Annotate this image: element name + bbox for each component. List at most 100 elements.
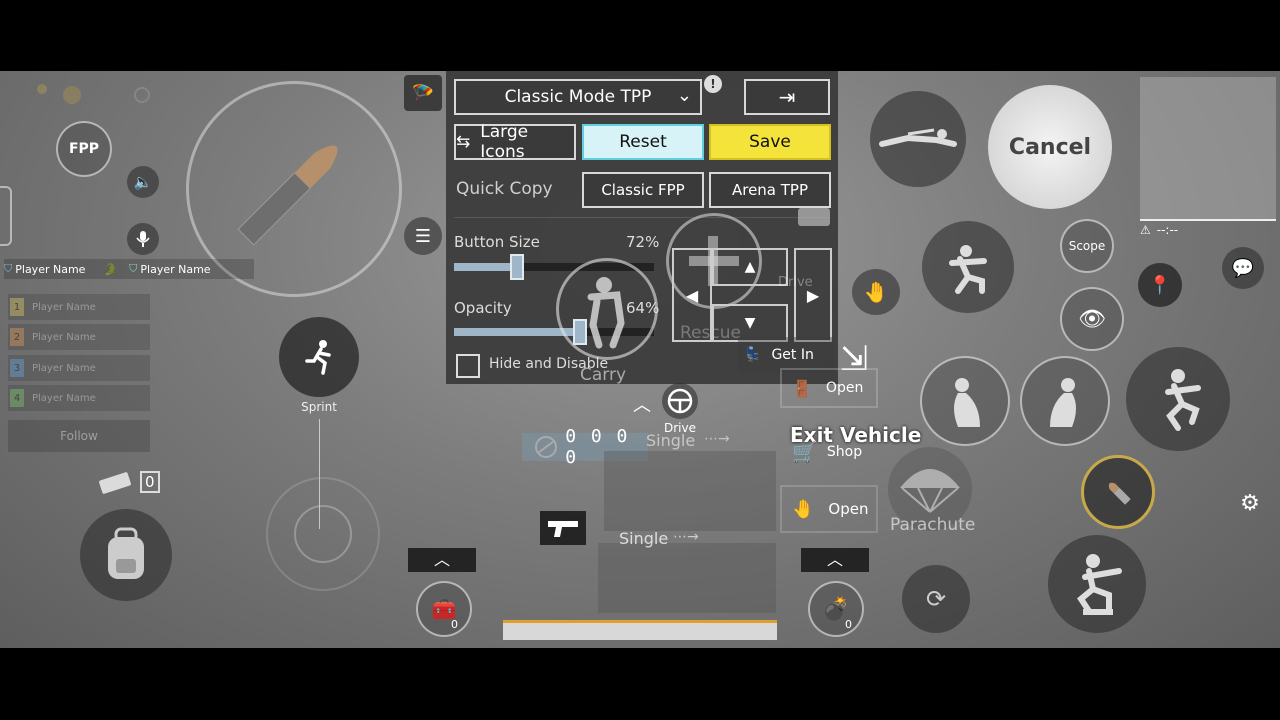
reload-icon: ⟳ [925, 585, 947, 613]
mode-select[interactable]: Classic Mode TPP ⌄ [454, 79, 702, 115]
player-name-1: Player Name [15, 262, 86, 276]
button-size-fill [454, 263, 517, 271]
parachute-icon [900, 469, 960, 513]
panel-divider [454, 217, 830, 218]
grenade-count: 0 [845, 618, 852, 631]
heal-item-button[interactable]: 🧰 [416, 581, 472, 637]
throwable-count: 0 [140, 471, 160, 493]
exit-layout-button[interactable]: ⇥ [744, 79, 830, 115]
reload-button[interactable]: ⟳ [902, 565, 970, 633]
single-fire-label-2: Single [619, 529, 669, 548]
heal-count: 0 [451, 618, 458, 631]
open-door-button-2[interactable]: 🤚 Open [780, 485, 878, 533]
exit-icon: ⇥ [778, 85, 796, 109]
crouch-button[interactable] [1048, 535, 1146, 633]
bag-toggle-button[interactable]: ☰ [404, 217, 442, 255]
swap-icon: ⇆ [456, 132, 471, 152]
large-icons-label: Large Icons [480, 122, 529, 162]
cancel-button[interactable]: Cancel [988, 85, 1112, 209]
large-icons-button[interactable]: ⇆ Large Icons [454, 122, 576, 162]
open-door-button-1[interactable]: 🚪 Open [780, 368, 878, 408]
button-size-label: Button Size [454, 233, 540, 251]
hide-disable-checkbox[interactable] [456, 354, 480, 378]
throwable-slot[interactable]: 0 [96, 469, 160, 495]
gear-icon: ⚙ [1240, 491, 1260, 516]
parachute-drop-button[interactable]: 🪂 [404, 75, 442, 111]
shield-icon: ⛉ [129, 262, 138, 275]
fpp-toggle-button[interactable]: FPP [56, 121, 112, 177]
team-number: 4 [10, 389, 24, 407]
left-edge-tab[interactable] [0, 186, 12, 246]
sprint-button[interactable] [279, 317, 359, 397]
prone-button[interactable] [870, 91, 966, 187]
health-bar [503, 620, 777, 640]
peek-button[interactable]: 👁 [1060, 287, 1124, 351]
grenade-expand-button[interactable]: ︿ [801, 548, 869, 572]
movement-joystick[interactable] [266, 477, 380, 591]
minimap[interactable] [1140, 77, 1276, 221]
crouch-aim-button[interactable] [922, 221, 1014, 313]
classic-fpp-button[interactable]: Classic FPP [582, 172, 704, 208]
door-icon: 🚪 [792, 378, 812, 398]
alert-badge-icon: ! [704, 75, 722, 93]
grenade-button[interactable]: 💣 [808, 581, 864, 637]
backpack-icon [108, 527, 144, 579]
chevron-down-icon: ⌄ [676, 85, 692, 106]
settings-gear-button[interactable]: ⚙ [1236, 491, 1264, 519]
list-icon: ☰ [414, 225, 432, 247]
team-player-name: Player Name [32, 362, 96, 374]
pickup-button[interactable]: 🤚 [852, 269, 900, 315]
pistol-slot-button[interactable] [540, 511, 586, 545]
microphone-button[interactable] [127, 223, 159, 255]
reset-button[interactable]: Reset [582, 124, 704, 160]
jump-button[interactable] [1126, 347, 1230, 451]
drive-top-label: Drive [778, 275, 813, 290]
team-row: 3 Player Name [8, 355, 150, 381]
button-size-thumb[interactable] [509, 254, 524, 280]
save-button[interactable]: Save [709, 124, 831, 160]
carry-button[interactable] [556, 258, 658, 360]
parachute-icon: 🪂 [411, 82, 435, 104]
backpack-button[interactable] [80, 509, 172, 601]
weapon-slot-primary[interactable] [598, 543, 776, 613]
prone-player-icon: 🐊 [103, 262, 118, 276]
heal-expand-button[interactable]: ︿ [408, 548, 476, 572]
crouching-soldier-icon [1077, 554, 1122, 615]
button-size-value: 72% [626, 233, 660, 251]
dpad-left-button[interactable]: ◀ [672, 248, 712, 342]
shop-button[interactable]: 🛒 Shop [780, 431, 878, 473]
hand-icon: 🤚 [863, 280, 889, 304]
dpad: ◀ ▲ ▼ ▶ Drive [672, 248, 832, 342]
fire-button-right[interactable] [1081, 455, 1155, 529]
lean-left-button[interactable] [920, 356, 1010, 446]
ammo-crate-icon [798, 208, 830, 226]
fpp-label: FPP [68, 141, 100, 157]
microphone-icon [136, 231, 150, 247]
speaker-button[interactable]: 🔈 [127, 166, 159, 198]
joystick-knob[interactable] [294, 505, 352, 563]
map-marker-button[interactable]: 📍 [1138, 263, 1182, 307]
network-label: --:-- [1156, 223, 1179, 237]
follow-button[interactable]: Follow [8, 420, 150, 452]
shop-label: Shop [826, 444, 863, 460]
steering-wheel-icon [667, 388, 693, 414]
arena-tpp-label: Arena TPP [731, 181, 809, 199]
classic-fpp-label: Classic FPP [601, 181, 685, 199]
sprint-label: Sprint [301, 400, 337, 414]
chat-button[interactable]: 💬 [1222, 247, 1264, 289]
scope-button[interactable]: Scope [1060, 219, 1114, 273]
team-player-name: Player Name [32, 331, 96, 343]
get-in-label: Get In [771, 347, 814, 363]
cancel-label: Cancel [1008, 134, 1092, 160]
parachute-label: Parachute [890, 515, 976, 535]
lean-right-button[interactable] [1020, 356, 1110, 446]
mode-select-label: Classic Mode TPP [504, 87, 652, 107]
dpad-right-button[interactable]: ▶ [794, 248, 832, 342]
weapon-slot-secondary[interactable] [604, 451, 776, 531]
kneeling-soldier-icon [949, 245, 987, 294]
arena-tpp-button[interactable]: Arena TPP [709, 172, 831, 208]
dpad-up-button[interactable]: ▲ [712, 248, 788, 286]
drive-button[interactable] [662, 383, 698, 419]
scope-label: Scope [1068, 239, 1106, 253]
expand-up-button[interactable]: ︿ [628, 391, 656, 416]
